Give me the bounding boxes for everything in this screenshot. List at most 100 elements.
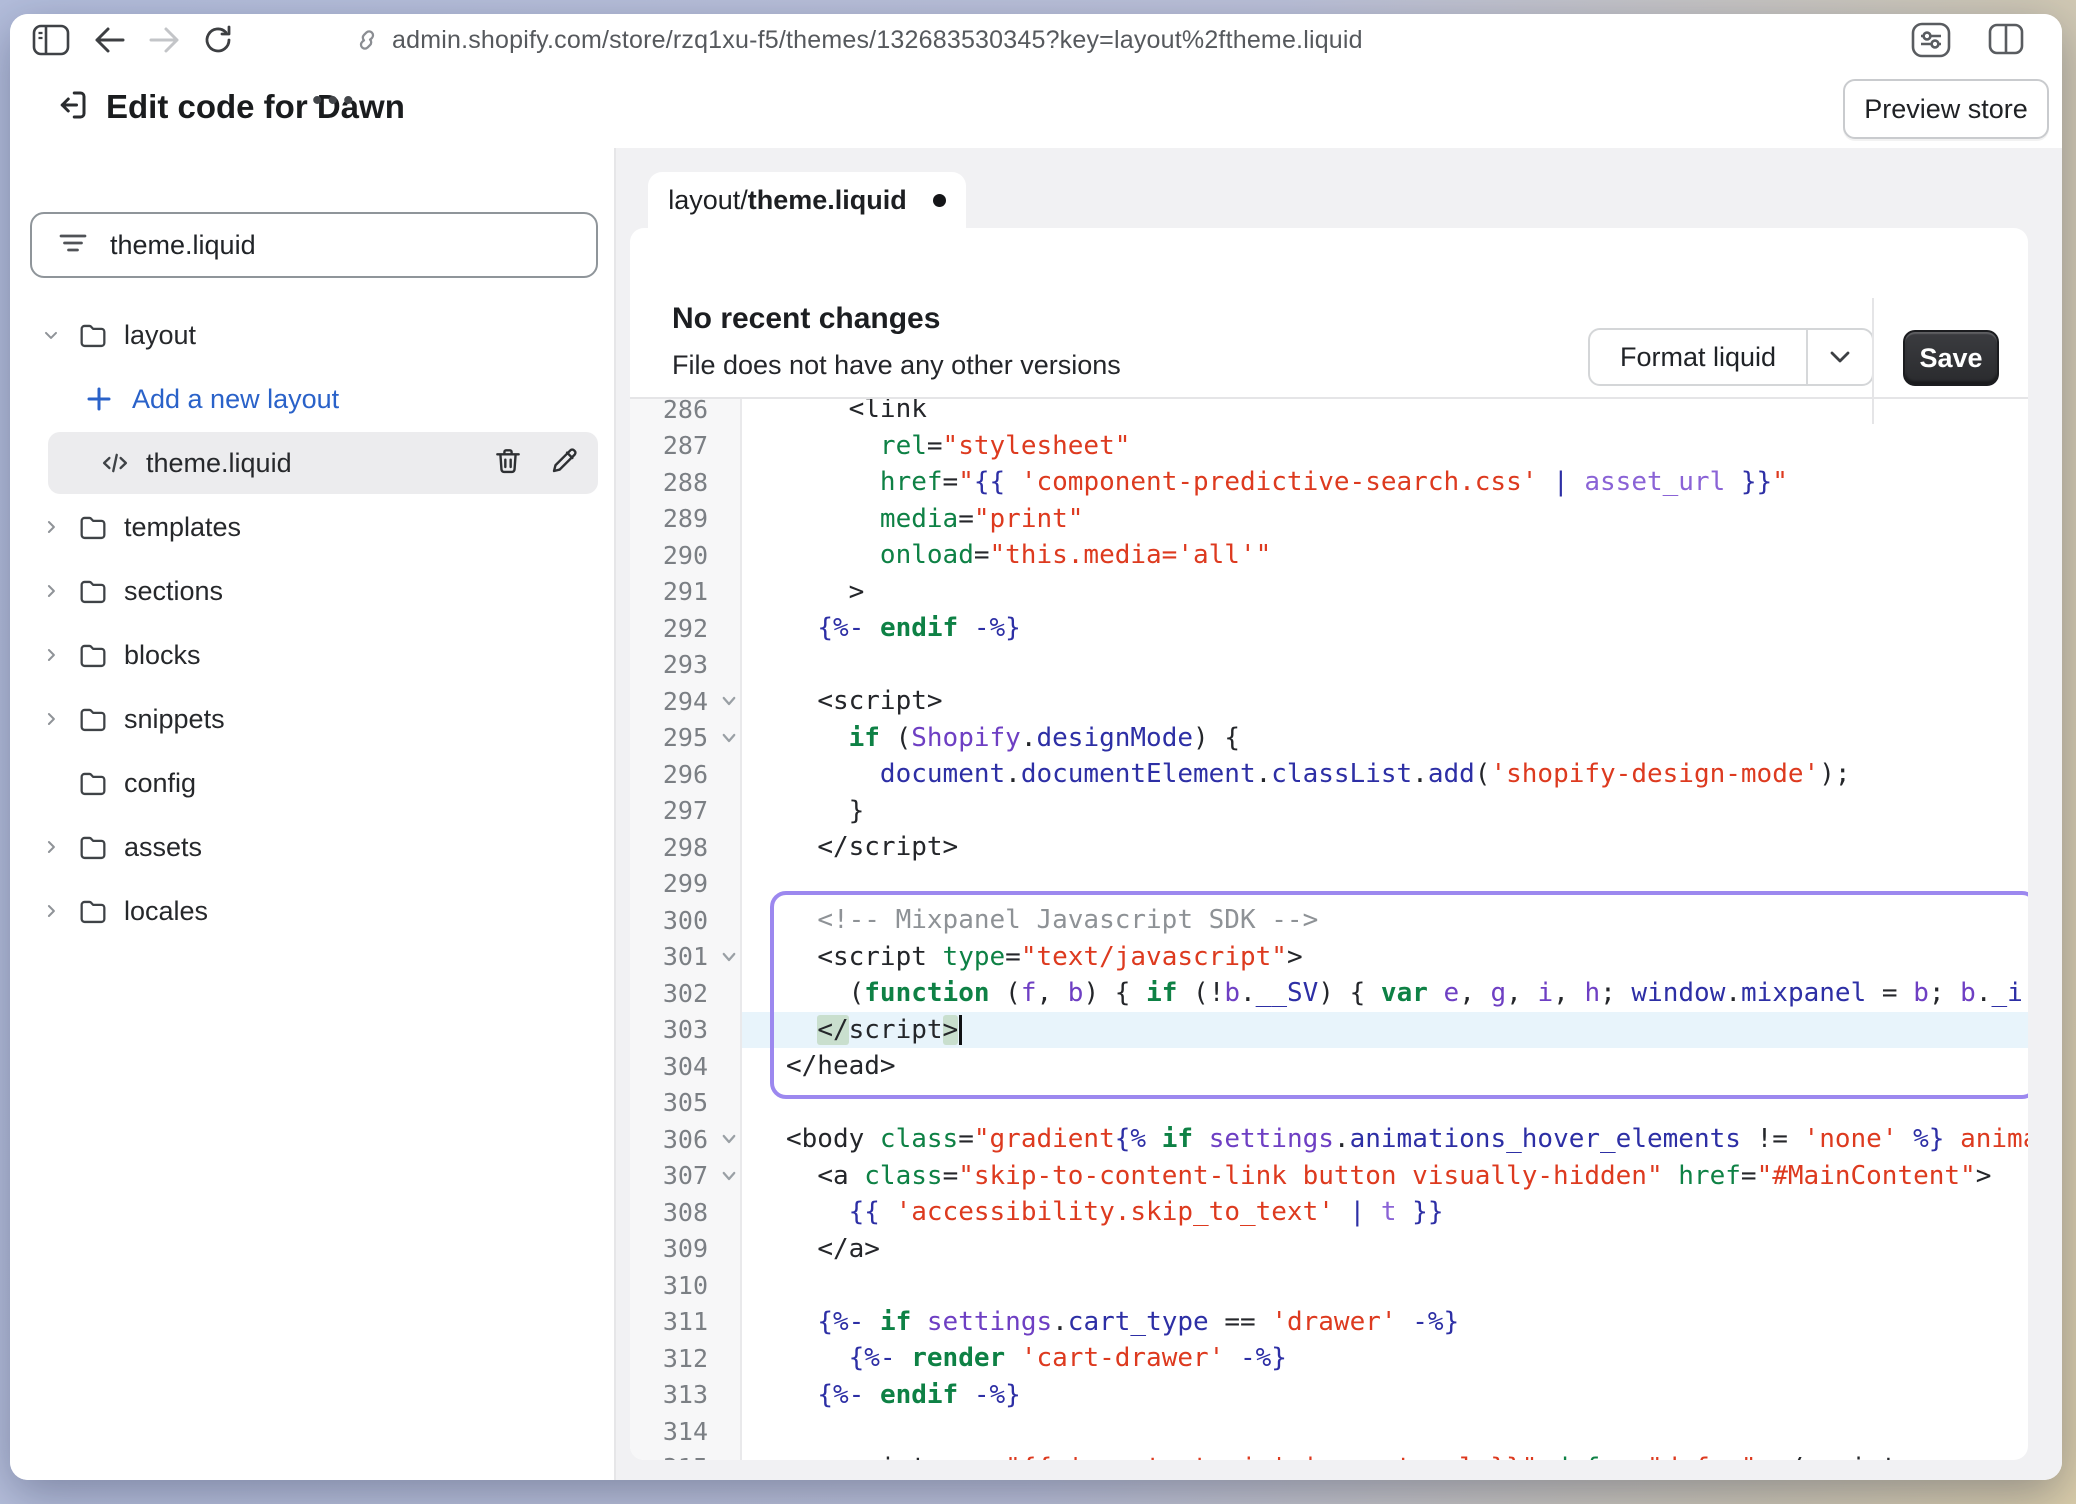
code-text[interactable]: onload="this.media='all'" (742, 537, 2028, 574)
sidebar-item-config[interactable]: config (30, 752, 598, 814)
code-line[interactable]: 290 onload="this.media='all'" (630, 537, 2028, 574)
code-text[interactable]: {%- if settings.cart_type == 'drawer' -%… (742, 1304, 2028, 1341)
pencil-icon[interactable] (548, 445, 580, 482)
code-text[interactable]: rel="stylesheet" (742, 428, 2028, 465)
exit-editor-icon[interactable] (54, 86, 90, 124)
code-line[interactable]: 296 document.documentElement.classList.a… (630, 756, 2028, 793)
page-settings-icon[interactable] (1910, 21, 1952, 59)
reload-icon[interactable] (202, 23, 234, 57)
preview-store-button[interactable]: Preview store (1843, 79, 2049, 139)
code-line[interactable]: 314 (630, 1413, 2028, 1450)
code-text[interactable] (742, 1267, 2028, 1304)
code-line[interactable]: 293 (630, 647, 2028, 684)
code-line[interactable]: 315 <script src="{{ 'constants.js' | ass… (630, 1450, 2028, 1461)
code-text[interactable]: </head> (742, 1048, 2028, 1085)
code-line[interactable]: 306<body class="gradient{% if settings.a… (630, 1121, 2028, 1158)
code-line[interactable]: 287 rel="stylesheet" (630, 428, 2028, 465)
code-line[interactable]: 295 if (Shopify.designMode) { (630, 720, 2028, 757)
split-view-icon[interactable] (1988, 23, 2024, 55)
sidebar-item-snippets[interactable]: snippets (30, 688, 598, 750)
code-text[interactable]: </script> (742, 829, 2028, 866)
code-line[interactable]: 294 <script> (630, 683, 2028, 720)
code-text[interactable]: <!-- Mixpanel Javascript SDK --> (742, 902, 2028, 939)
fold-chevron-icon[interactable] (720, 731, 738, 750)
code-text[interactable]: if (Shopify.designMode) { (742, 720, 2028, 757)
code-text[interactable]: <script> (742, 683, 2028, 720)
save-button[interactable]: Save (1903, 330, 1999, 386)
code-text[interactable]: <a class="skip-to-content-link button vi… (742, 1158, 2028, 1195)
code-text[interactable]: } (742, 793, 2028, 830)
code-text[interactable]: </a> (742, 1231, 2028, 1268)
forward-icon[interactable] (148, 26, 180, 54)
code-line[interactable]: 303 </script> (630, 1012, 2028, 1049)
chevron-right-icon[interactable] (40, 581, 62, 601)
code-line[interactable]: 302 (function (f, b) { if (!b.__SV) { va… (630, 975, 2028, 1012)
code-text[interactable]: <script type="text/javascript"> (742, 939, 2028, 976)
chevron-right-icon[interactable] (40, 517, 62, 537)
fold-chevron-icon[interactable] (720, 950, 738, 969)
sidebar-toggle-icon[interactable] (32, 24, 70, 56)
sidebar-item-sections[interactable]: sections (30, 560, 598, 622)
sidebar-item-templates[interactable]: templates (30, 496, 598, 558)
chevron-down-icon[interactable] (40, 325, 62, 345)
code-text[interactable]: href="{{ 'component-predictive-search.cs… (742, 464, 2028, 501)
code-text[interactable]: {%- endif -%} (742, 1377, 2028, 1414)
fold-chevron-icon[interactable] (720, 1169, 738, 1188)
code-line[interactable]: 297 } (630, 793, 2028, 830)
sidebar-item-blocks[interactable]: blocks (30, 624, 598, 686)
code-text[interactable] (742, 866, 2028, 903)
code-text[interactable]: {%- endif -%} (742, 610, 2028, 647)
code-line[interactable]: 304</head> (630, 1048, 2028, 1085)
code-line[interactable]: 292 {%- endif -%} (630, 610, 2028, 647)
sidebar-item-locales[interactable]: locales (30, 880, 598, 942)
code-line[interactable]: 300 <!-- Mixpanel Javascript SDK --> (630, 902, 2028, 939)
back-icon[interactable] (94, 26, 126, 54)
code-line[interactable]: 291 > (630, 574, 2028, 611)
trash-icon[interactable] (492, 445, 524, 482)
sidebar-item-layout[interactable]: layout (30, 304, 598, 366)
sidebar-item-theme-liquid[interactable]: theme.liquid (48, 432, 598, 494)
chevron-right-icon[interactable] (40, 645, 62, 665)
code-text[interactable] (742, 1413, 2028, 1450)
code-line[interactable]: 288 href="{{ 'component-predictive-searc… (630, 464, 2028, 501)
code-line[interactable]: 305 (630, 1085, 2028, 1122)
code-text[interactable]: </script> (742, 1012, 2028, 1049)
more-actions-button[interactable]: ••• (312, 84, 359, 118)
sidebar-item-add-a-new-layout[interactable]: Add a new layout (30, 368, 598, 430)
code-line[interactable]: 289 media="print" (630, 501, 2028, 538)
code-text[interactable]: <script src="{{ 'constants.js' | asset_u… (742, 1450, 2028, 1461)
code-line[interactable]: 301 <script type="text/javascript"> (630, 939, 2028, 976)
chevron-down-icon[interactable] (1806, 330, 1872, 384)
code-text[interactable]: <link (742, 399, 2028, 428)
code-line[interactable]: 310 (630, 1267, 2028, 1304)
chevron-right-icon[interactable] (40, 709, 62, 729)
code-editor[interactable]: 286 <link287 rel="stylesheet"288 href="{… (630, 399, 2028, 1460)
fold-chevron-icon[interactable] (720, 694, 738, 713)
code-line[interactable]: 311 {%- if settings.cart_type == 'drawer… (630, 1304, 2028, 1341)
code-line[interactable]: 286 <link (630, 399, 2028, 428)
code-text[interactable] (742, 647, 2028, 684)
sidebar-item-assets[interactable]: assets (30, 816, 598, 878)
tab-theme-liquid[interactable]: layout/theme.liquid (648, 172, 966, 228)
address-bar[interactable]: admin.shopify.com/store/rzq1xu-f5/themes… (392, 26, 1363, 55)
code-line[interactable]: 298 </script> (630, 829, 2028, 866)
code-line[interactable]: 307 <a class="skip-to-content-link butto… (630, 1158, 2028, 1195)
code-line[interactable]: 309 </a> (630, 1231, 2028, 1268)
code-text[interactable]: document.documentElement.classList.add('… (742, 756, 2028, 793)
code-text[interactable]: <body class="gradient{% if settings.anim… (742, 1121, 2028, 1158)
code-line[interactable]: 299 (630, 866, 2028, 903)
code-line[interactable]: 308 {{ 'accessibility.skip_to_text' | t … (630, 1194, 2028, 1231)
code-text[interactable]: {{ 'accessibility.skip_to_text' | t }} (742, 1194, 2028, 1231)
chevron-right-icon[interactable] (40, 837, 62, 857)
file-search-input[interactable]: theme.liquid (30, 212, 598, 278)
code-line[interactable]: 313 {%- endif -%} (630, 1377, 2028, 1414)
code-line[interactable]: 312 {%- render 'cart-drawer' -%} (630, 1340, 2028, 1377)
code-text[interactable]: media="print" (742, 501, 2028, 538)
code-text[interactable]: {%- render 'cart-drawer' -%} (742, 1340, 2028, 1377)
format-liquid-button[interactable]: Format liquid (1588, 328, 1874, 386)
code-text[interactable]: > (742, 574, 2028, 611)
chevron-right-icon[interactable] (40, 901, 62, 921)
fold-chevron-icon[interactable] (720, 1132, 738, 1151)
code-text[interactable] (742, 1085, 2028, 1122)
code-text[interactable]: (function (f, b) { if (!b.__SV) { var e,… (742, 975, 2028, 1012)
